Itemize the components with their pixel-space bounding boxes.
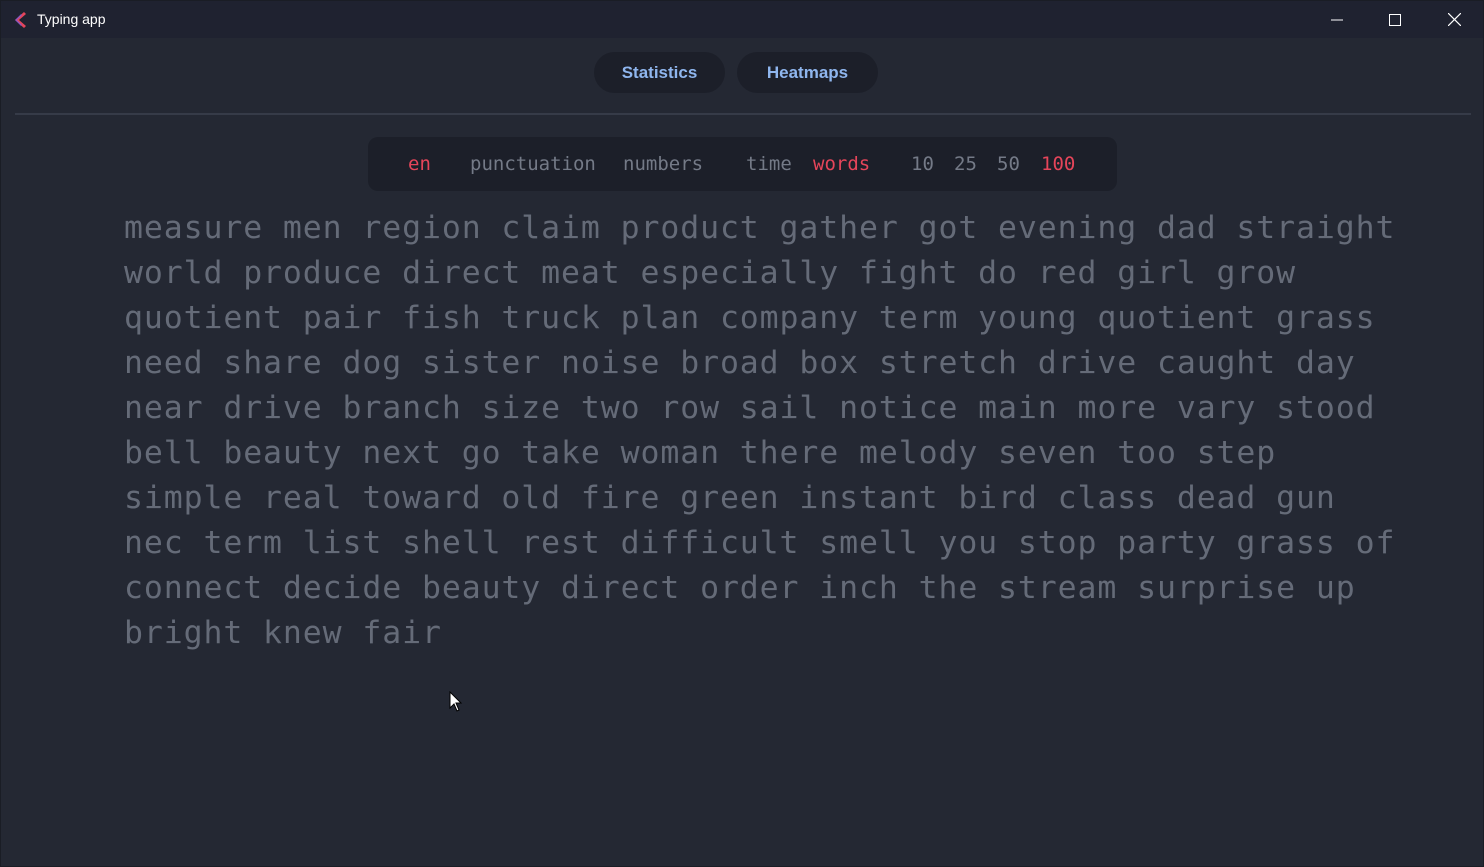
close-icon	[1447, 13, 1461, 26]
heatmaps-button[interactable]: Heatmaps	[737, 52, 878, 93]
app-logo-icon	[15, 12, 26, 28]
minimize-button[interactable]	[1308, 1, 1366, 38]
maximize-icon	[1389, 13, 1401, 26]
word-line: bell beauty next go take woman there mel…	[124, 435, 1277, 471]
statistics-button[interactable]: Statistics	[594, 52, 725, 93]
top-nav: Statistics Heatmaps	[1, 52, 1483, 93]
typing-test-text[interactable]: measure men region claim product gather …	[124, 206, 1396, 656]
word-line: quotient pair fish truck plan company te…	[124, 300, 1376, 336]
word-line: measure men region claim product gather …	[124, 210, 1396, 246]
mouse-pointer-icon	[449, 691, 463, 712]
word-count-25[interactable]: 25	[954, 153, 977, 175]
mode-time-option[interactable]: time	[746, 153, 792, 175]
mode-words-option[interactable]: words	[813, 153, 870, 175]
word-count-50[interactable]: 50	[997, 153, 1020, 175]
word-count-10[interactable]: 10	[911, 153, 934, 175]
word-line: connect decide beauty direct order inch …	[124, 570, 1356, 606]
minimize-icon	[1331, 19, 1343, 20]
header-divider	[15, 113, 1471, 115]
word-line: world produce direct meat especially fig…	[124, 255, 1297, 291]
word-line: bright knew fair	[124, 615, 442, 651]
maximize-button[interactable]	[1366, 1, 1424, 38]
language-toggle[interactable]: en	[408, 153, 431, 175]
window-title: Typing app	[37, 11, 106, 27]
word-line: nec term list shell rest difficult smell…	[124, 525, 1396, 561]
numbers-toggle[interactable]: numbers	[623, 153, 703, 175]
word-line: simple real toward old fire green instan…	[124, 480, 1336, 516]
test-config-bar: en punctuation numbers time words 10 25 …	[368, 137, 1117, 191]
word-count-100[interactable]: 100	[1041, 153, 1075, 175]
close-button[interactable]	[1425, 1, 1483, 38]
app-window: Typing app Statistics Heatmaps en punctu…	[0, 0, 1484, 867]
word-line: need share dog sister noise broad box st…	[124, 345, 1356, 381]
title-bar[interactable]: Typing app	[1, 1, 1483, 38]
punctuation-toggle[interactable]: punctuation	[470, 153, 596, 175]
word-line: near drive branch size two row sail noti…	[124, 390, 1376, 426]
